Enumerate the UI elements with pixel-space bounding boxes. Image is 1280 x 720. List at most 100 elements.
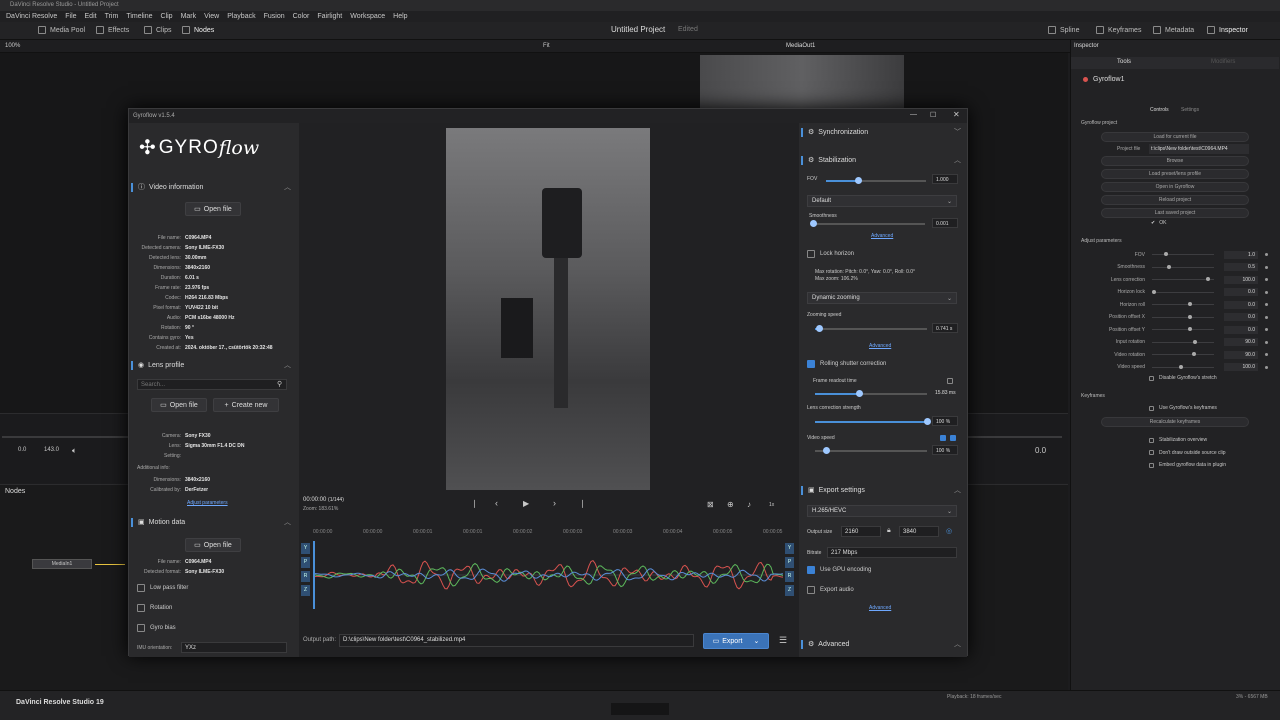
param-slider[interactable] bbox=[1152, 339, 1214, 344]
subtab-settings[interactable]: Settings bbox=[1181, 107, 1199, 113]
rolling-shutter-checkbox[interactable]: Rolling shutter correction bbox=[807, 360, 886, 368]
keyframe-dot-icon[interactable] bbox=[1265, 365, 1268, 369]
menu-item[interactable]: Workspace bbox=[350, 13, 385, 20]
disable-stretch-checkbox[interactable]: Disable Gyroflow's stretch bbox=[1149, 375, 1217, 381]
param-slider[interactable] bbox=[1152, 277, 1214, 281]
nodes-button[interactable]: Nodes bbox=[182, 26, 214, 34]
node-mediain1[interactable]: MediaIn1 bbox=[32, 559, 92, 569]
low-pass-filter-checkbox[interactable]: Low pass filter bbox=[137, 584, 188, 592]
keyframe-dot-icon[interactable] bbox=[1265, 265, 1268, 269]
axis-toggle[interactable]: Y bbox=[785, 543, 794, 554]
video-info-header[interactable]: ⓘ Video information ︿ bbox=[129, 180, 297, 194]
stabilize-icon[interactable]: ⊕ bbox=[727, 500, 734, 509]
keyframe-dot-icon[interactable] bbox=[1265, 328, 1268, 331]
maximize-icon[interactable]: ☐ bbox=[930, 111, 936, 119]
param-slider-knob[interactable] bbox=[1188, 314, 1193, 319]
output-height-input[interactable]: 3840 bbox=[899, 526, 939, 537]
lens-correction-input[interactable]: 100 % bbox=[932, 416, 958, 426]
export-audio-checkbox[interactable]: Export audio bbox=[807, 586, 854, 594]
smoothness-input[interactable]: 0.001 bbox=[932, 218, 958, 228]
effects-button[interactable]: Effects bbox=[96, 26, 129, 34]
menu-item[interactable]: View bbox=[204, 13, 219, 20]
param-slider-knob[interactable] bbox=[1205, 277, 1210, 281]
motion-open-file-button[interactable]: ▭ Open file bbox=[185, 538, 241, 552]
go-end-icon[interactable]: ❘ bbox=[579, 499, 586, 508]
param-slider[interactable] bbox=[1152, 352, 1214, 356]
section-keyframes[interactable]: Keyframes bbox=[1081, 393, 1105, 399]
advanced-header[interactable]: ⚙ Advanced ︿ bbox=[799, 637, 967, 651]
param-slider-knob[interactable] bbox=[1152, 289, 1157, 294]
lens-search-input[interactable]: Search... bbox=[137, 379, 287, 390]
output-path-input[interactable]: D:\clips\New folder\test\C0964_stabilize… bbox=[339, 634, 694, 647]
minimize-icon[interactable]: — bbox=[910, 111, 917, 118]
video-open-file-button[interactable]: ▭ Open file bbox=[185, 202, 241, 216]
queue-icon[interactable]: ☰ bbox=[779, 635, 787, 646]
inspector-option-checkbox[interactable]: Embed gyroflow data in plugin bbox=[1149, 462, 1226, 468]
fit-select[interactable]: Fit bbox=[543, 43, 550, 49]
menu-item[interactable]: Clip bbox=[161, 13, 173, 20]
lock-icon[interactable]: 🔒︎ bbox=[887, 527, 891, 535]
inspector-param-row[interactable]: Horizon lock 0.0 bbox=[1071, 287, 1279, 298]
menu-item[interactable]: Playback bbox=[227, 13, 255, 20]
project-file-input[interactable]: t:\clips\New folder\test\C0964.MP4 bbox=[1149, 144, 1249, 154]
axis-toggle[interactable]: P bbox=[301, 557, 310, 568]
zoom-advanced-link[interactable]: Advanced bbox=[869, 343, 891, 349]
section-gyroflow-project[interactable]: Gyroflow project bbox=[1081, 120, 1117, 126]
inspector-param-row[interactable]: Horizon roll 0.0 bbox=[1071, 299, 1279, 310]
param-slider-knob[interactable] bbox=[1193, 339, 1198, 344]
subtab-controls[interactable]: Controls bbox=[1150, 107, 1169, 113]
inspector-param-row[interactable]: Lens correction 100.0 bbox=[1071, 274, 1279, 285]
axis-toggle[interactable]: Y bbox=[301, 543, 310, 554]
video-speed-checkbox-b[interactable] bbox=[950, 435, 956, 441]
param-slider[interactable] bbox=[1152, 252, 1214, 256]
menu-item[interactable]: DaVinci Resolve bbox=[6, 13, 57, 20]
keyframe-dot-icon[interactable] bbox=[1265, 340, 1268, 344]
gpu-encoding-checkbox[interactable]: Use GPU encoding bbox=[807, 566, 871, 574]
menu-item[interactable]: Edit bbox=[85, 13, 97, 20]
video-preview[interactable] bbox=[446, 128, 650, 490]
axis-toggle[interactable]: R bbox=[785, 571, 794, 582]
menu-item[interactable]: Mark bbox=[181, 13, 197, 20]
rotation-checkbox[interactable]: Rotation bbox=[137, 604, 172, 612]
axis-toggle[interactable]: P bbox=[785, 557, 794, 568]
menu-item[interactable]: Fusion bbox=[264, 13, 285, 20]
inspector-param-row[interactable]: Smoothness 0.5 bbox=[1071, 262, 1279, 273]
video-speed-checkbox-a[interactable] bbox=[940, 435, 946, 441]
fov-slider[interactable] bbox=[826, 177, 926, 184]
stabilization-header[interactable]: ⚙ Stabilization ︿ bbox=[799, 153, 967, 167]
fov-input[interactable]: 1.000 bbox=[932, 174, 958, 184]
frame-readout-slider[interactable] bbox=[815, 390, 927, 397]
page-fusion[interactable] bbox=[611, 703, 669, 715]
spline-button[interactable]: Spline bbox=[1048, 26, 1079, 34]
play-icon[interactable]: ▶ bbox=[523, 499, 529, 508]
export-button[interactable]: ▭ Export ⌄ bbox=[703, 633, 769, 649]
zooming-speed-input[interactable]: 0.741 s bbox=[932, 323, 958, 333]
param-slider-knob[interactable] bbox=[1188, 327, 1193, 331]
stabilization-advanced-link[interactable]: Advanced bbox=[871, 233, 893, 239]
keyframe-dot-icon[interactable] bbox=[1265, 290, 1268, 294]
lens-adjust-parameters-link[interactable]: Adjust parameters bbox=[187, 500, 228, 506]
param-slider-knob[interactable] bbox=[1178, 364, 1183, 369]
param-slider-knob[interactable] bbox=[1192, 352, 1197, 356]
inspector-param-row[interactable]: FOV 1.0 bbox=[1071, 249, 1279, 260]
ok-checkbox[interactable]: ✔ OK bbox=[1151, 220, 1166, 226]
inspector-option-checkbox[interactable]: Don't draw outside source clip bbox=[1149, 450, 1226, 456]
zoom-select[interactable]: 100% bbox=[5, 43, 20, 49]
inspector-action-button[interactable]: Open in Gyroflow bbox=[1101, 182, 1249, 192]
media-pool-button[interactable]: Media Pool bbox=[38, 26, 85, 34]
inspector-param-row[interactable]: Position offset Y 0.0 bbox=[1071, 324, 1279, 335]
speaker-icon[interactable]: 🔈︎ bbox=[72, 446, 77, 456]
tab-tools[interactable]: Tools bbox=[1117, 59, 1131, 65]
close-icon[interactable]: ✕ bbox=[953, 110, 960, 119]
output-width-input[interactable]: 2160 bbox=[841, 526, 881, 537]
keyframe-dot-icon[interactable] bbox=[1265, 253, 1268, 256]
video-speed-slider[interactable] bbox=[815, 447, 927, 454]
menu-item[interactable]: Fairlight bbox=[317, 13, 342, 20]
zooming-speed-slider[interactable] bbox=[815, 325, 927, 332]
size-options-icon[interactable]: ◎ bbox=[946, 527, 952, 535]
axis-toggle[interactable]: Z bbox=[785, 585, 794, 596]
param-slider[interactable] bbox=[1152, 314, 1214, 319]
video-speed-input[interactable]: 100 % bbox=[932, 445, 958, 455]
step-back-icon[interactable]: ‹ bbox=[495, 498, 498, 508]
inspector-option-checkbox[interactable]: Stabilization overview bbox=[1149, 437, 1207, 443]
